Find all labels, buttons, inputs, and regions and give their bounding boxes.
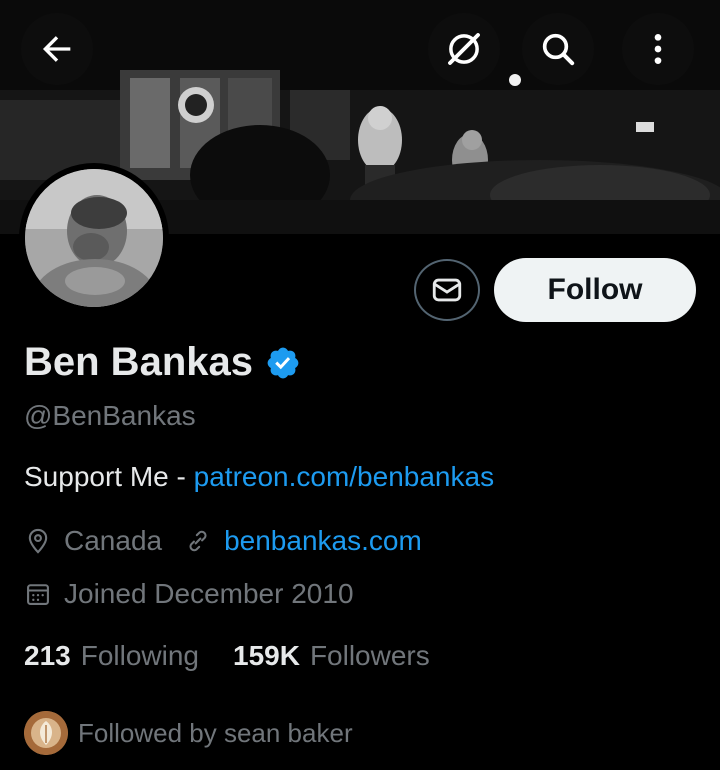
profile-meta-row: Canada benbankas.com xyxy=(24,525,422,557)
grok-icon xyxy=(448,33,480,65)
profile-handle: @BenBankas xyxy=(24,400,196,431)
more-vertical-icon xyxy=(654,34,662,64)
location-pin-icon xyxy=(28,528,48,554)
message-button[interactable] xyxy=(414,259,480,321)
follower-avatar xyxy=(24,711,68,755)
search-icon xyxy=(542,33,575,66)
followed-by-text: Followed by sean baker xyxy=(78,717,353,748)
bio-text: Support Me - xyxy=(24,461,194,492)
profile-stats: 213 Following 159K Followers xyxy=(24,640,430,672)
follow-button[interactable]: Follow xyxy=(494,258,696,322)
following-count: 213 xyxy=(24,640,71,671)
profile-name: Ben Bankas xyxy=(24,340,253,384)
profile-name-row: Ben Bankas xyxy=(24,340,301,385)
grok-button[interactable] xyxy=(428,13,500,85)
arrow-left-icon xyxy=(42,36,71,62)
back-button[interactable] xyxy=(21,13,93,85)
bio-link[interactable]: patreon.com/benbankas xyxy=(194,461,494,492)
profile-avatar[interactable] xyxy=(19,163,169,313)
more-options-button[interactable] xyxy=(622,13,694,85)
followers-count: 159K xyxy=(233,640,300,671)
following-label: Following xyxy=(80,640,199,671)
profile-location: Canada xyxy=(64,525,163,556)
followed-by-row[interactable]: Followed by sean baker xyxy=(24,711,353,755)
following-link[interactable]: 213 Following xyxy=(24,640,199,672)
avatar-image xyxy=(25,169,163,307)
followers-label: Followers xyxy=(309,640,430,671)
profile-website-link[interactable]: benbankas.com xyxy=(224,525,422,557)
profile-joined-row: Joined December 2010 xyxy=(24,578,354,610)
link-icon xyxy=(189,530,207,552)
mail-icon xyxy=(432,278,462,302)
calendar-icon xyxy=(27,584,49,605)
search-button[interactable] xyxy=(522,13,594,85)
verified-badge-icon[interactable] xyxy=(265,345,301,381)
profile-joined-date: Joined December 2010 xyxy=(64,578,354,609)
profile-bio: Support Me - patreon.com/benbankas xyxy=(24,461,494,493)
followers-link[interactable]: 159K Followers xyxy=(233,640,430,672)
